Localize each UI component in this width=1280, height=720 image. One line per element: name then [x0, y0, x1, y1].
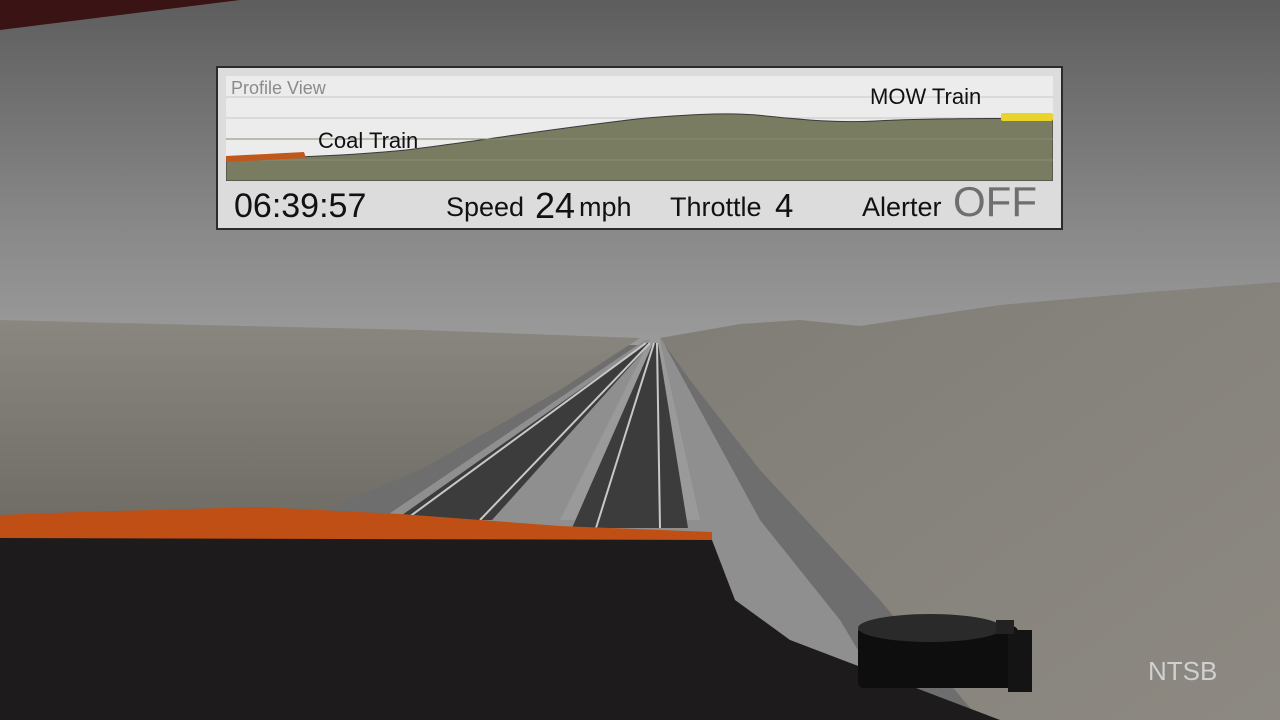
coal-train-label: Coal Train — [318, 128, 419, 153]
status-readouts: 06:39:57 Speed 24 mph Throttle 4 Alerter… — [218, 178, 1061, 229]
mow-train-label: MOW Train — [870, 84, 982, 109]
throttle-label: Throttle — [670, 192, 762, 222]
mow-train-marker — [1001, 113, 1053, 121]
time-readout: 06:39:57 — [234, 187, 367, 225]
headlight-housing — [858, 614, 1032, 692]
profile-view-title: Profile View — [231, 78, 326, 98]
throttle-value: 4 — [775, 187, 794, 224]
status-overlay-panel: Profile View Coal Train MOW Train 06:39:… — [216, 66, 1063, 230]
speed-label: Speed — [446, 192, 525, 222]
profile-view: Profile View Coal Train MOW Train — [226, 76, 1053, 181]
ntsb-watermark: NTSB — [1148, 656, 1218, 686]
alerter-status: OFF — [953, 178, 1037, 225]
speed-value: 24 — [535, 185, 576, 226]
speed-unit: mph — [579, 192, 632, 222]
alerter-label: Alerter — [862, 192, 942, 222]
